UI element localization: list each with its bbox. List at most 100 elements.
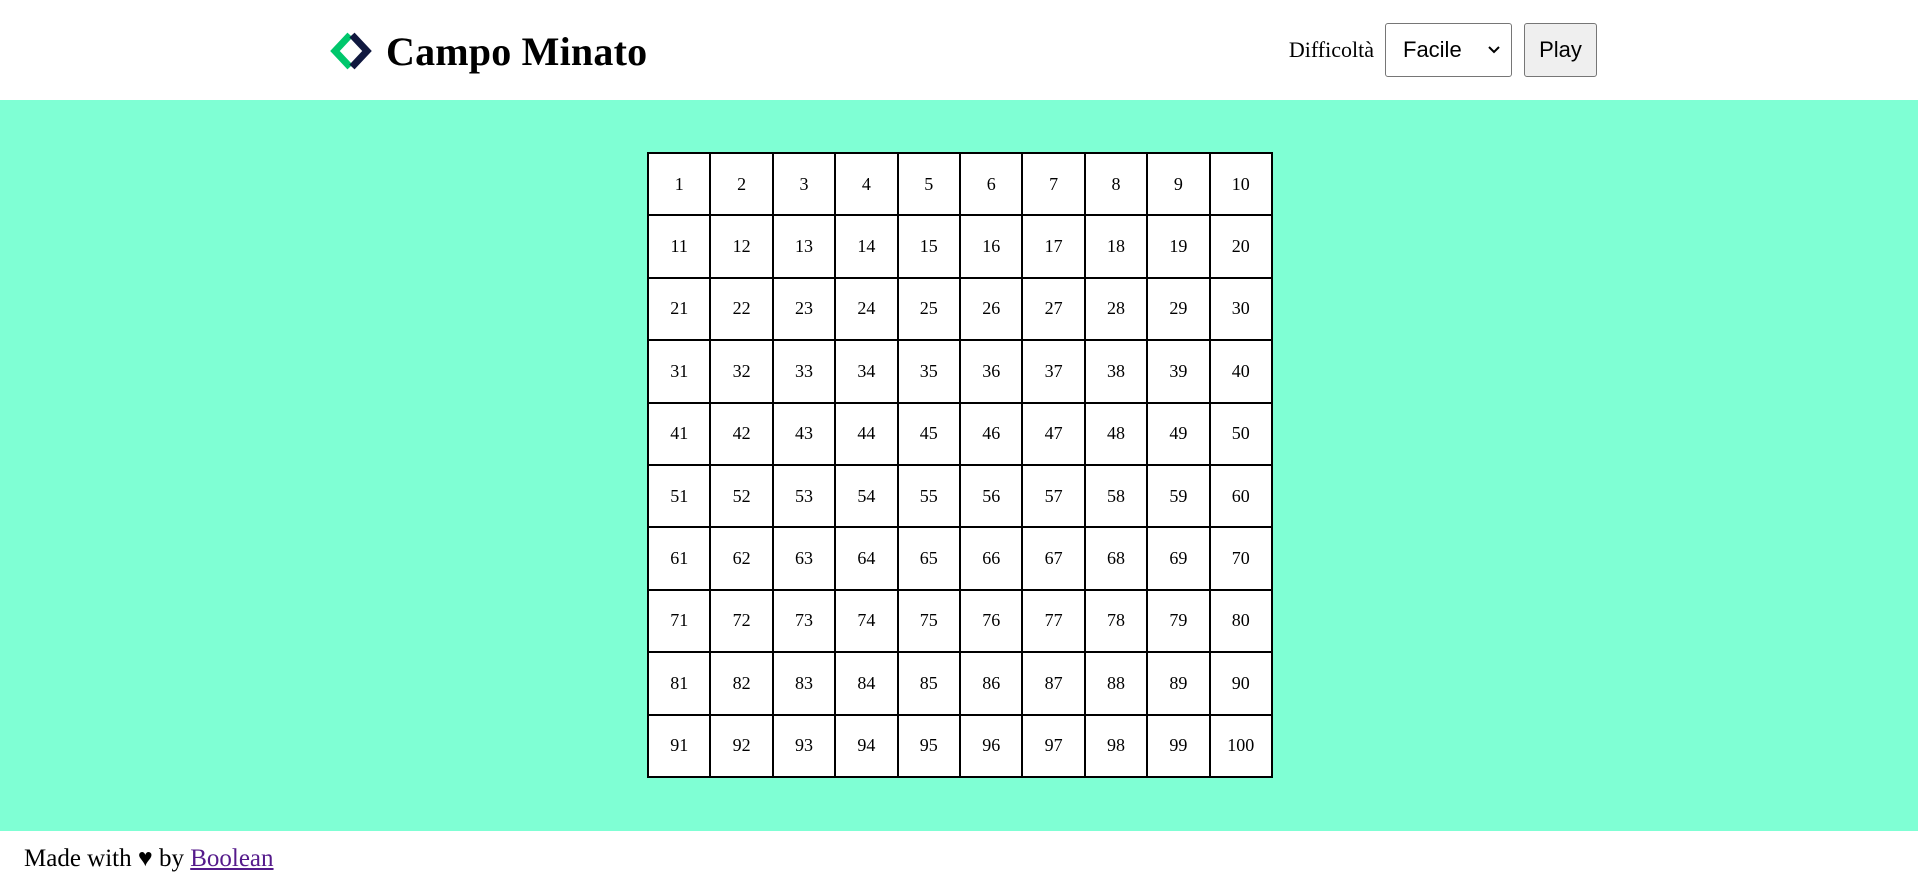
grid-cell[interactable]: 23 xyxy=(772,277,836,341)
grid-cell[interactable]: 52 xyxy=(710,465,773,528)
grid-cell[interactable]: 92 xyxy=(710,714,773,777)
grid-cell[interactable]: 41 xyxy=(648,402,711,465)
grid-cell[interactable]: 81 xyxy=(648,652,711,715)
grid-cell[interactable]: 18 xyxy=(1084,215,1148,278)
grid-cell[interactable]: 61 xyxy=(648,527,711,590)
grid-cell[interactable]: 24 xyxy=(835,277,898,341)
grid-cell[interactable]: 22 xyxy=(710,277,773,341)
difficulty-select[interactable]: Facile xyxy=(1385,23,1512,77)
grid-cell[interactable]: 70 xyxy=(1209,527,1272,590)
grid-cell[interactable]: 77 xyxy=(1022,589,1085,653)
grid-cell[interactable]: 84 xyxy=(835,652,898,715)
grid-cell[interactable]: 65 xyxy=(897,527,960,590)
grid-cell[interactable]: 73 xyxy=(772,589,836,653)
grid-cell[interactable]: 32 xyxy=(710,340,773,403)
grid-cell[interactable]: 51 xyxy=(648,465,711,528)
grid-cell[interactable]: 35 xyxy=(897,340,960,403)
grid-cell[interactable]: 3 xyxy=(772,153,836,216)
grid-cell[interactable]: 28 xyxy=(1084,277,1148,341)
grid-cell[interactable]: 66 xyxy=(960,527,1023,590)
grid-cell[interactable]: 59 xyxy=(1147,465,1210,528)
grid-cell[interactable]: 94 xyxy=(835,714,898,777)
grid-cell[interactable]: 90 xyxy=(1209,652,1272,715)
grid-cell[interactable]: 85 xyxy=(897,652,960,715)
grid-cell[interactable]: 99 xyxy=(1147,714,1210,777)
grid-cell[interactable]: 16 xyxy=(960,215,1023,278)
grid-cell[interactable]: 60 xyxy=(1209,465,1272,528)
grid-cell[interactable]: 17 xyxy=(1022,215,1085,278)
grid-cell[interactable]: 13 xyxy=(772,215,836,278)
grid-cell[interactable]: 89 xyxy=(1147,652,1210,715)
grid-cell[interactable]: 9 xyxy=(1147,153,1210,216)
grid-cell[interactable]: 43 xyxy=(772,402,836,465)
grid-cell[interactable]: 15 xyxy=(897,215,960,278)
grid-cell[interactable]: 55 xyxy=(897,465,960,528)
boolean-link[interactable]: Boolean xyxy=(190,845,273,872)
grid-cell[interactable]: 82 xyxy=(710,652,773,715)
grid-cell[interactable]: 33 xyxy=(772,340,836,403)
grid-cell[interactable]: 31 xyxy=(648,340,711,403)
grid-cell[interactable]: 80 xyxy=(1209,589,1272,653)
grid-cell[interactable]: 39 xyxy=(1147,340,1210,403)
grid-cell[interactable]: 38 xyxy=(1084,340,1148,403)
grid-cell[interactable]: 19 xyxy=(1147,215,1210,278)
grid-cell[interactable]: 98 xyxy=(1084,714,1148,777)
grid-cell[interactable]: 56 xyxy=(960,465,1023,528)
grid-cell[interactable]: 10 xyxy=(1209,153,1272,216)
grid-cell[interactable]: 69 xyxy=(1147,527,1210,590)
grid-cell[interactable]: 1 xyxy=(648,153,711,216)
grid-cell[interactable]: 40 xyxy=(1209,340,1272,403)
grid-cell[interactable]: 12 xyxy=(710,215,773,278)
grid-cell[interactable]: 20 xyxy=(1209,215,1272,278)
grid-cell[interactable]: 95 xyxy=(897,714,960,777)
grid-cell[interactable]: 30 xyxy=(1209,277,1272,341)
grid-cell[interactable]: 96 xyxy=(960,714,1023,777)
grid-cell[interactable]: 47 xyxy=(1022,402,1085,465)
grid-cell[interactable]: 75 xyxy=(897,589,960,653)
grid-cell[interactable]: 79 xyxy=(1147,589,1210,653)
grid-cell[interactable]: 45 xyxy=(897,402,960,465)
grid-cell[interactable]: 7 xyxy=(1022,153,1085,216)
grid-cell[interactable]: 2 xyxy=(710,153,773,216)
grid-cell[interactable]: 71 xyxy=(648,589,711,653)
grid-cell[interactable]: 67 xyxy=(1022,527,1085,590)
grid-cell[interactable]: 74 xyxy=(835,589,898,653)
grid-cell[interactable]: 54 xyxy=(835,465,898,528)
grid-cell[interactable]: 21 xyxy=(648,277,711,341)
grid-cell[interactable]: 50 xyxy=(1209,402,1272,465)
grid-cell[interactable]: 88 xyxy=(1084,652,1148,715)
grid-cell[interactable]: 8 xyxy=(1084,153,1148,216)
grid-cell[interactable]: 72 xyxy=(710,589,773,653)
grid-cell[interactable]: 68 xyxy=(1084,527,1148,590)
grid-cell[interactable]: 62 xyxy=(710,527,773,590)
play-button[interactable]: Play xyxy=(1524,23,1597,77)
grid-cell[interactable]: 42 xyxy=(710,402,773,465)
grid-cell[interactable]: 57 xyxy=(1022,465,1085,528)
grid-cell[interactable]: 27 xyxy=(1022,277,1085,341)
grid-cell[interactable]: 48 xyxy=(1084,402,1148,465)
grid-cell[interactable]: 86 xyxy=(960,652,1023,715)
grid-cell[interactable]: 64 xyxy=(835,527,898,590)
grid-cell[interactable]: 36 xyxy=(960,340,1023,403)
grid-cell[interactable]: 91 xyxy=(648,714,711,777)
grid-cell[interactable]: 78 xyxy=(1084,589,1148,653)
grid-cell[interactable]: 14 xyxy=(835,215,898,278)
grid-cell[interactable]: 87 xyxy=(1022,652,1085,715)
grid-cell[interactable]: 49 xyxy=(1147,402,1210,465)
grid-cell[interactable]: 46 xyxy=(960,402,1023,465)
grid-cell[interactable]: 53 xyxy=(772,465,836,528)
grid-cell[interactable]: 4 xyxy=(835,153,898,216)
grid-cell[interactable]: 29 xyxy=(1147,277,1210,341)
grid-cell[interactable]: 34 xyxy=(835,340,898,403)
grid-cell[interactable]: 83 xyxy=(772,652,836,715)
grid-cell[interactable]: 100 xyxy=(1209,714,1272,777)
grid-cell[interactable]: 44 xyxy=(835,402,898,465)
grid-cell[interactable]: 63 xyxy=(772,527,836,590)
grid-cell[interactable]: 26 xyxy=(960,277,1023,341)
grid-cell[interactable]: 5 xyxy=(897,153,960,216)
grid-cell[interactable]: 97 xyxy=(1022,714,1085,777)
grid-cell[interactable]: 93 xyxy=(772,714,836,777)
grid-cell[interactable]: 76 xyxy=(960,589,1023,653)
grid-cell[interactable]: 58 xyxy=(1084,465,1148,528)
grid-cell[interactable]: 6 xyxy=(960,153,1023,216)
